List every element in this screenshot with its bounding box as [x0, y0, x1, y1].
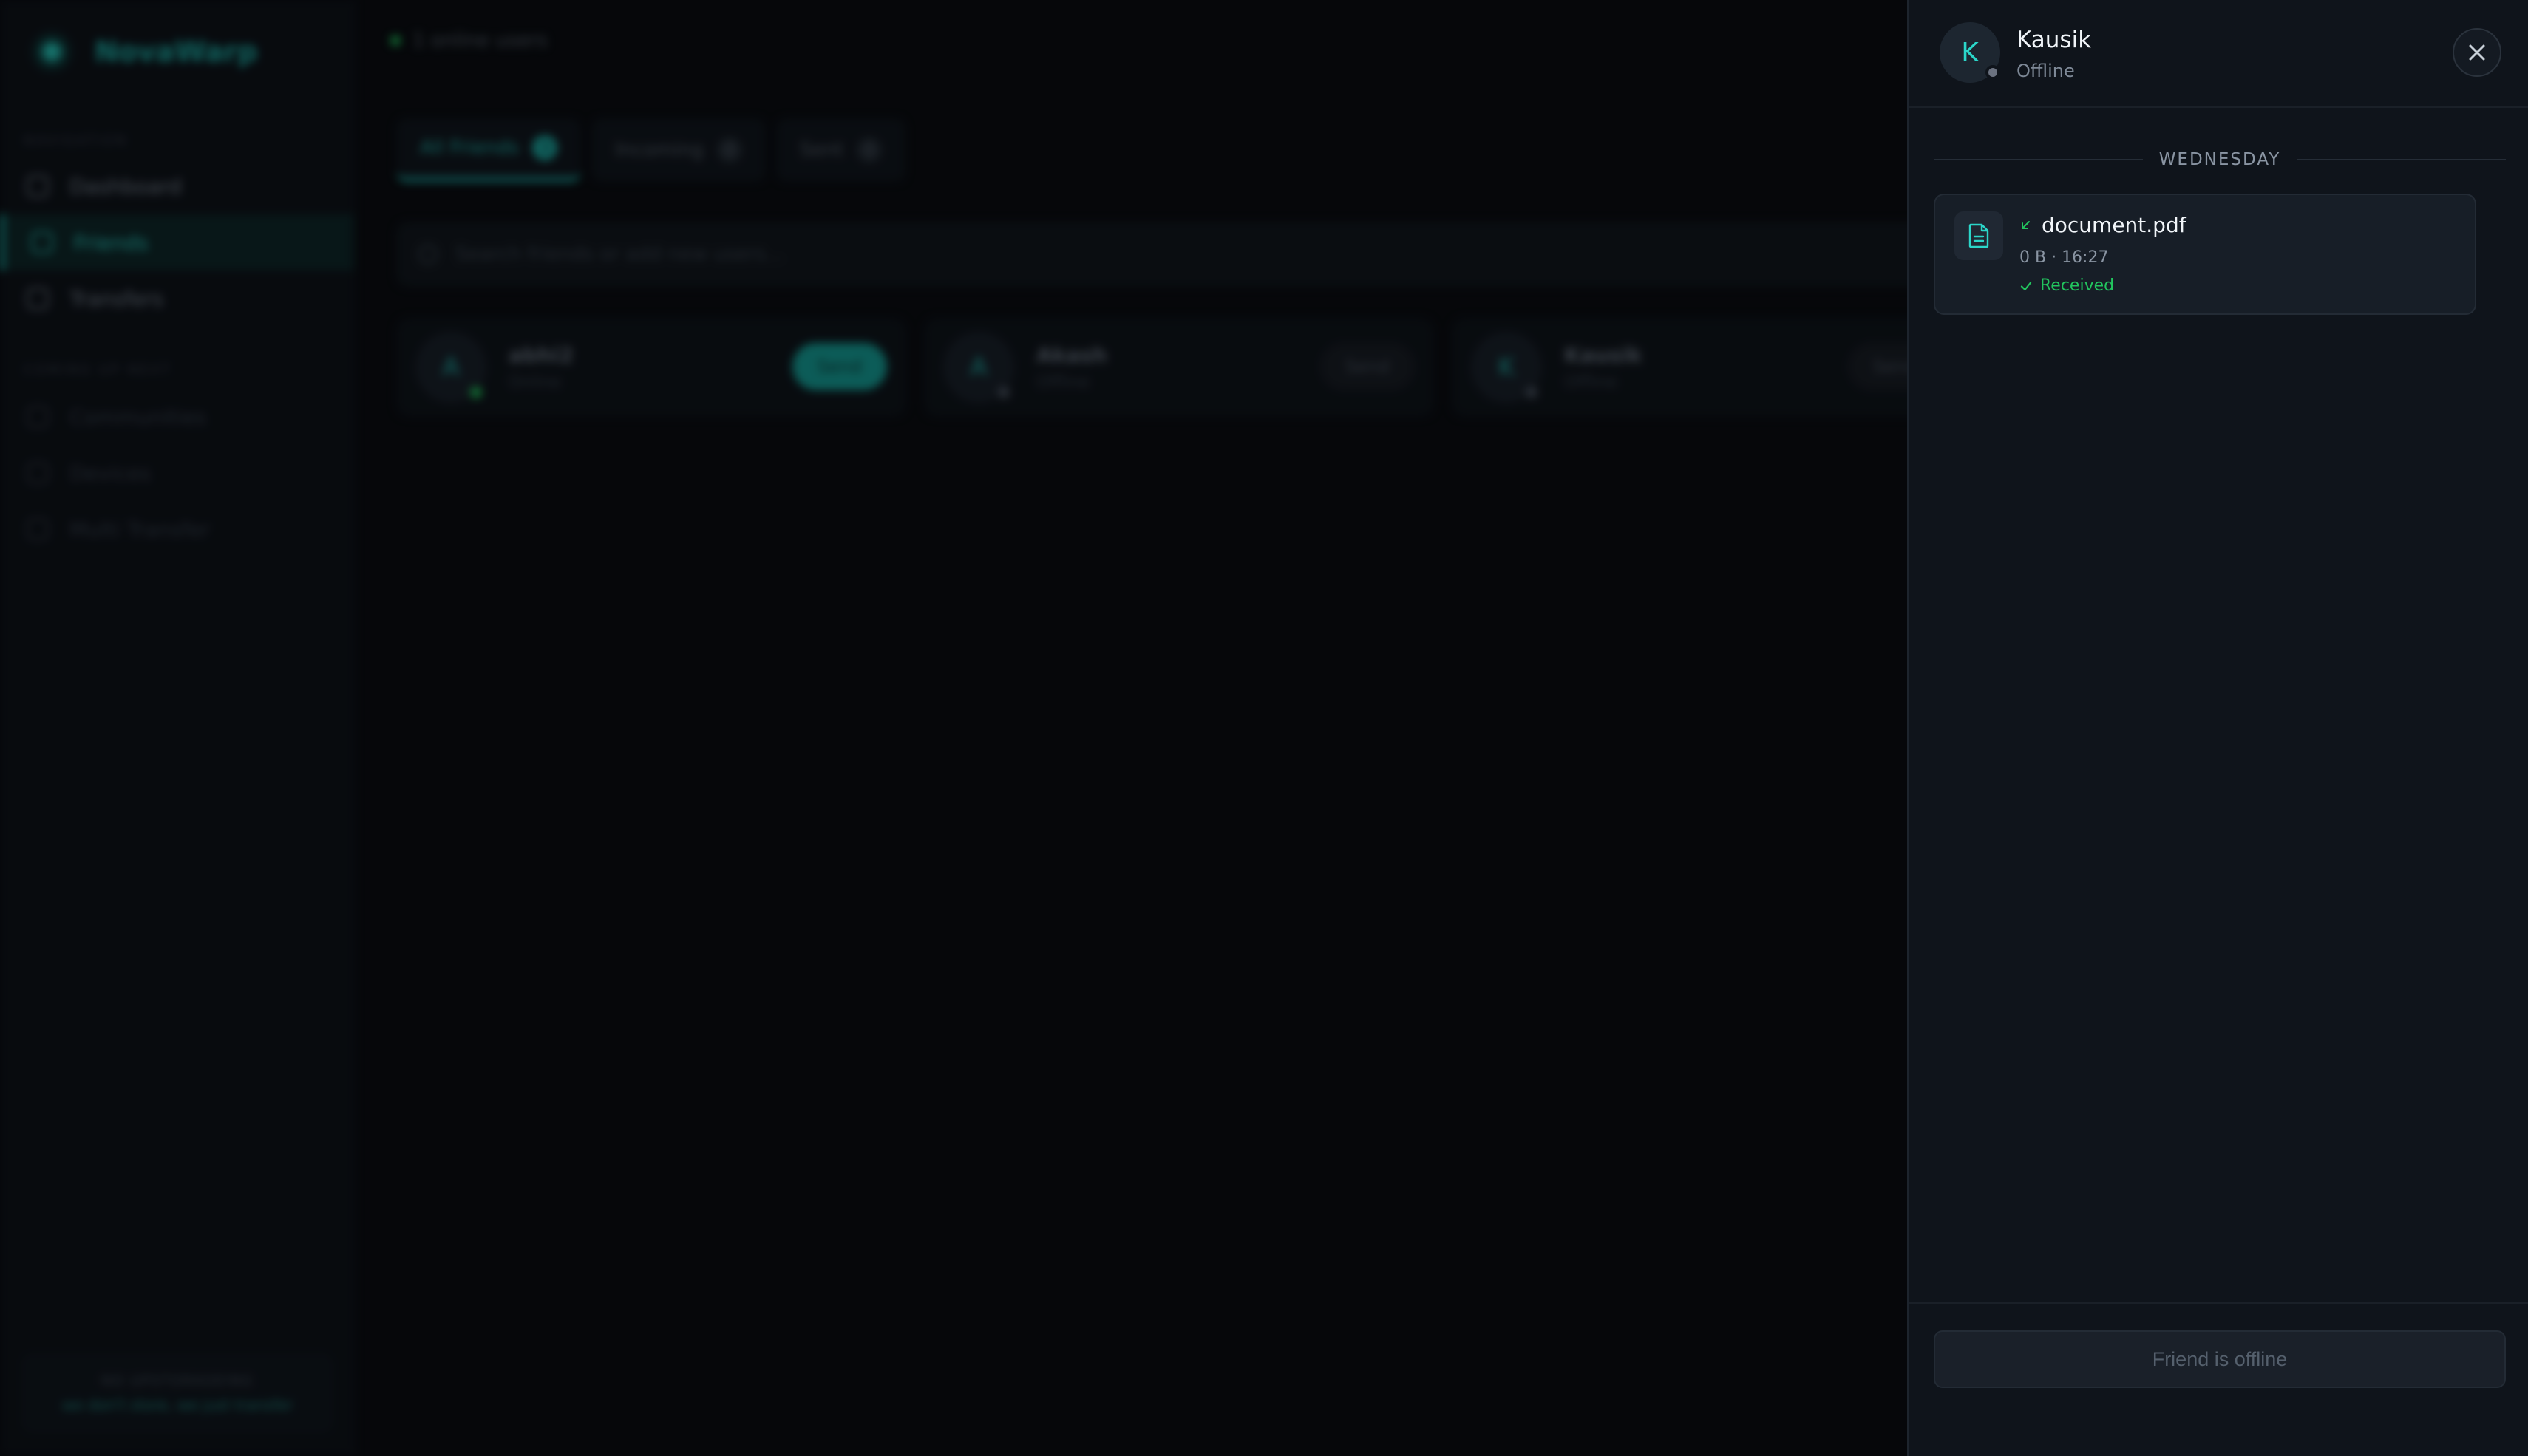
arrow-down-left-icon: [2022, 220, 2030, 229]
friend-offline-button[interactable]: Friend is offline: [1934, 1330, 2506, 1388]
close-button[interactable]: [2453, 28, 2501, 77]
file-icon: [1968, 223, 1989, 248]
file-name-row: document.pdf: [2019, 213, 2186, 237]
file-message[interactable]: document.pdf 0 B · 16:27 Received: [1934, 194, 2476, 315]
transfer-status-label: Received: [2040, 276, 2115, 295]
status-dot-icon: [1985, 65, 2000, 80]
chat-header: K Kausik Offline: [1909, 0, 2528, 108]
file-name: document.pdf: [2042, 213, 2186, 237]
day-divider: WEDNESDAY: [1934, 145, 2506, 174]
chat-panel: K Kausik Offline WEDNESDAY document.pdf …: [1907, 0, 2528, 1456]
divider-line: [2297, 159, 2506, 160]
chat-friend-name: Kausik: [2016, 27, 2092, 53]
transfer-status: Received: [2019, 276, 2114, 295]
chat-footer: Friend is offline: [1909, 1302, 2528, 1456]
avatar-initial: K: [1961, 37, 1979, 68]
avatar: K: [1940, 22, 2000, 83]
file-icon-container: [1954, 211, 2003, 260]
day-label: WEDNESDAY: [2158, 150, 2281, 169]
modal-backdrop[interactable]: [0, 0, 1907, 1456]
divider-line: [1934, 159, 2143, 160]
app-root: NovaWarp NAVIGATION Dashboard Friends Tr…: [0, 0, 2528, 1456]
chat-friend-status: Offline: [2016, 61, 2075, 81]
check-icon: [2020, 281, 2032, 290]
file-meta: 0 B · 16:27: [2019, 248, 2109, 267]
close-icon: [2469, 44, 2485, 61]
